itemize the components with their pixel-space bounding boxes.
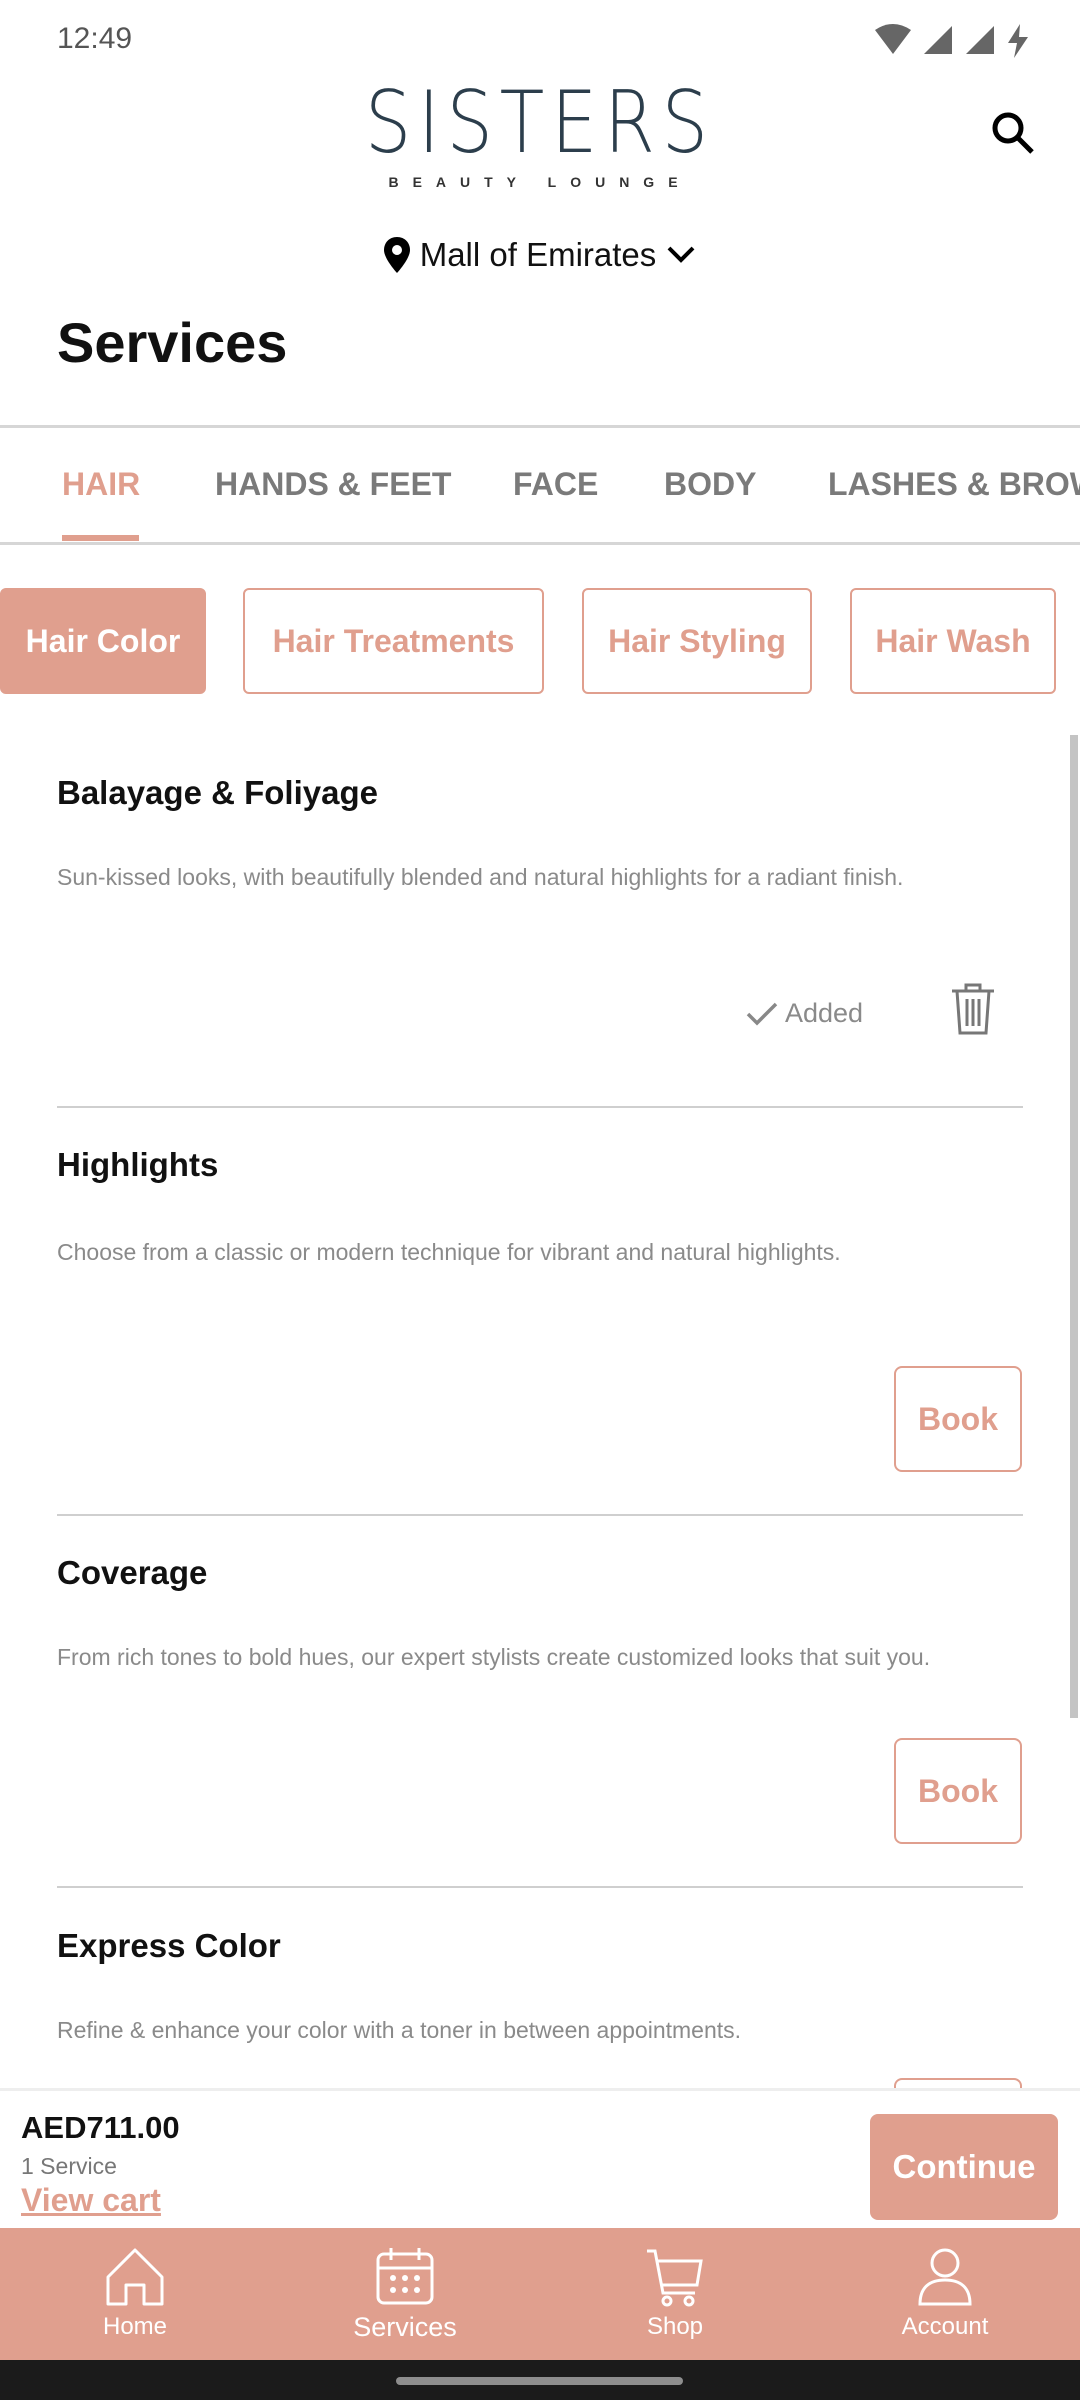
tab-hair[interactable]: HAIR: [62, 466, 140, 503]
scrollbar[interactable]: [1070, 735, 1078, 1718]
divider: [0, 542, 1080, 545]
nav-account[interactable]: Account: [810, 2228, 1080, 2360]
signal-icon: [924, 26, 952, 54]
service-description: Refine & enhance your color with a toner…: [57, 2017, 742, 2043]
chevron-down-icon: [667, 246, 695, 263]
service-description: Sun-kissed looks, with beautifully blend…: [57, 864, 904, 890]
tab-face[interactable]: FACE: [513, 466, 598, 503]
chip-hair-styling[interactable]: Hair Styling: [582, 588, 812, 694]
status-time: 12:49: [57, 22, 133, 55]
nav-shop[interactable]: Shop: [540, 2228, 810, 2360]
book-button[interactable]: Book: [894, 1366, 1022, 1472]
divider: [57, 1886, 1023, 1888]
cart-total: AED711.00: [21, 2110, 180, 2145]
check-icon: [746, 1002, 778, 1025]
cart-count: 1 Service: [21, 2153, 117, 2179]
logo-text: SISTERS: [364, 73, 715, 173]
calendar-icon: [376, 2247, 434, 2304]
active-tab-indicator: [62, 535, 139, 541]
divider: [57, 1106, 1023, 1108]
continue-button[interactable]: Continue: [870, 2114, 1058, 2220]
wifi-icon: [875, 24, 911, 54]
brand-logo: SISTERS BEAUTY LOUNGE: [0, 78, 1080, 190]
view-cart-link[interactable]: View cart: [21, 2182, 161, 2219]
tab-hands-feet[interactable]: HANDS & FEET: [215, 466, 451, 503]
nav-label: Shop: [646, 2313, 704, 2340]
status-bar: 12:49: [0, 0, 1080, 80]
service-description: Choose from a classic or modern techniqu…: [57, 1239, 841, 1265]
home-icon: [106, 2248, 164, 2306]
battery-charging-icon: [1008, 24, 1028, 58]
service-description: From rich tones to bold hues, our expert…: [57, 1644, 931, 1670]
nav-home[interactable]: Home: [0, 2228, 270, 2360]
bottom-nav: Home Services Shop Account: [0, 2228, 1080, 2360]
page-title: Services: [57, 311, 288, 374]
divider: [57, 1514, 1023, 1516]
signal-icon: [966, 26, 994, 54]
search-icon[interactable]: [990, 110, 1036, 156]
nav-label: Services: [353, 2311, 457, 2342]
status-icons: [874, 24, 1030, 58]
service-title: Express Color: [57, 1927, 281, 1964]
book-button[interactable]: Book: [894, 1738, 1022, 1844]
chip-hair-treatments[interactable]: Hair Treatments: [243, 588, 544, 694]
nav-label: Home: [102, 2313, 168, 2340]
service-title: Balayage & Foliyage: [57, 774, 378, 811]
location-pin-icon: [383, 237, 410, 273]
nav-services[interactable]: Services: [270, 2228, 540, 2360]
cart-icon: [647, 2249, 703, 2307]
service-title: Highlights: [57, 1146, 219, 1183]
service-title: Coverage: [57, 1554, 208, 1591]
added-label: Added: [785, 998, 864, 1028]
added-status: Added: [745, 998, 863, 1029]
tab-lashes-brows[interactable]: LASHES & BROWS: [828, 466, 1080, 503]
home-gesture-handle[interactable]: [396, 2377, 683, 2385]
location-name: Mall of Emirates: [419, 236, 657, 273]
logo-tagline: BEAUTY LOUNGE: [388, 174, 692, 190]
location-selector[interactable]: Mall of Emirates: [0, 236, 1080, 274]
user-icon: [918, 2248, 972, 2306]
category-tabs: HAIR HANDS & FEET FACE BODY LASHES & BRO…: [0, 430, 1080, 542]
tab-body[interactable]: BODY: [664, 466, 756, 503]
trash-icon[interactable]: [950, 982, 996, 1036]
chip-hair-color[interactable]: Hair Color: [0, 588, 206, 694]
divider: [0, 425, 1080, 428]
nav-label: Account: [901, 2313, 989, 2340]
chip-hair-wash[interactable]: Hair Wash: [850, 588, 1056, 694]
